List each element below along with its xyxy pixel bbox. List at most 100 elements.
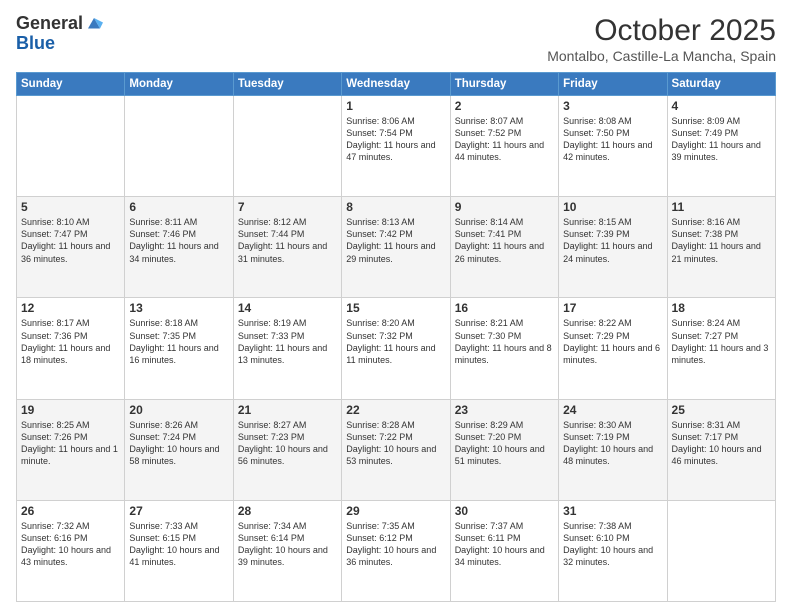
day-number: 19 xyxy=(21,403,120,417)
calendar-cell: 31 Sunrise: 7:38 AMSunset: 6:10 PMDayligh… xyxy=(559,500,667,601)
day-number: 10 xyxy=(563,200,662,214)
day-info: Sunrise: 8:24 AMSunset: 7:27 PMDaylight:… xyxy=(672,317,771,366)
col-monday: Monday xyxy=(125,73,233,96)
day-info: Sunrise: 8:13 AMSunset: 7:42 PMDaylight:… xyxy=(346,216,445,265)
calendar-cell: 7Sunrise: 8:12 AMSunset: 7:44 PMDaylight… xyxy=(233,197,341,298)
week-row-4: 19 Sunrise: 8:25 AMSunset: 7:26 PMDayligh… xyxy=(17,399,776,500)
calendar-page: General Blue October 2025 Montalbo, Cast… xyxy=(0,0,792,612)
calendar-cell: 6Sunrise: 8:11 AMSunset: 7:46 PMDaylight… xyxy=(125,197,233,298)
calendar-cell: 10 Sunrise: 8:15 AMSunset: 7:39 PMDayligh… xyxy=(559,197,667,298)
calendar-cell: 11Sunrise: 8:16 AMSunset: 7:38 PMDayligh… xyxy=(667,197,775,298)
col-thursday: Thursday xyxy=(450,73,558,96)
day-info: Sunrise: 7:35 AMSunset: 6:12 PMDaylight:… xyxy=(346,520,445,569)
col-friday: Friday xyxy=(559,73,667,96)
calendar-cell: 9Sunrise: 8:14 AMSunset: 7:41 PMDaylight… xyxy=(450,197,558,298)
day-number: 5 xyxy=(21,200,120,214)
calendar-cell: 19 Sunrise: 8:25 AMSunset: 7:26 PMDayligh… xyxy=(17,399,125,500)
day-number: 1 xyxy=(346,99,445,113)
day-number: 17 xyxy=(563,301,662,315)
calendar-table: Sunday Monday Tuesday Wednesday Thursday… xyxy=(16,72,776,602)
day-info: Sunrise: 8:28 AMSunset: 7:22 PMDaylight:… xyxy=(346,419,445,468)
day-number: 15 xyxy=(346,301,445,315)
day-info: Sunrise: 8:12 AMSunset: 7:44 PMDaylight:… xyxy=(238,216,337,265)
day-info: Sunrise: 8:22 AMSunset: 7:29 PMDaylight:… xyxy=(563,317,662,366)
day-number: 3 xyxy=(563,99,662,113)
calendar-cell: 3 Sunrise: 8:08 AMSunset: 7:50 PMDaylight… xyxy=(559,96,667,197)
calendar-cell: 25Sunrise: 8:31 AMSunset: 7:17 PMDayligh… xyxy=(667,399,775,500)
day-info: Sunrise: 8:30 AMSunset: 7:19 PMDaylight:… xyxy=(563,419,662,468)
day-number: 21 xyxy=(238,403,337,417)
week-row-3: 12Sunrise: 8:17 AMSunset: 7:36 PMDayligh… xyxy=(17,298,776,399)
calendar-cell: 5 Sunrise: 8:10 AMSunset: 7:47 PMDaylight… xyxy=(17,197,125,298)
day-number: 4 xyxy=(672,99,771,113)
calendar-cell: 28 Sunrise: 7:34 AMSunset: 6:14 PMDayligh… xyxy=(233,500,341,601)
calendar-cell: 16 Sunrise: 8:21 AMSunset: 7:30 PMDayligh… xyxy=(450,298,558,399)
day-info: Sunrise: 8:08 AMSunset: 7:50 PMDaylight:… xyxy=(563,115,662,164)
day-info: Sunrise: 8:09 AMSunset: 7:49 PMDaylight:… xyxy=(672,115,771,164)
calendar-cell: 4 Sunrise: 8:09 AMSunset: 7:49 PMDaylight… xyxy=(667,96,775,197)
calendar-cell: 30 Sunrise: 7:37 AMSunset: 6:11 PMDayligh… xyxy=(450,500,558,601)
day-number: 29 xyxy=(346,504,445,518)
calendar-cell: 14 Sunrise: 8:19 AMSunset: 7:33 PMDayligh… xyxy=(233,298,341,399)
day-number: 23 xyxy=(455,403,554,417)
week-row-2: 5 Sunrise: 8:10 AMSunset: 7:47 PMDaylight… xyxy=(17,197,776,298)
day-number: 9 xyxy=(455,200,554,214)
calendar-cell: 1 Sunrise: 8:06 AMSunset: 7:54 PMDaylight… xyxy=(342,96,450,197)
day-info: Sunrise: 7:38 AMSunset: 6:10 PMDaylight:… xyxy=(563,520,662,569)
day-info: Sunrise: 8:21 AMSunset: 7:30 PMDaylight:… xyxy=(455,317,554,366)
day-number: 26 xyxy=(21,504,120,518)
day-info: Sunrise: 8:19 AMSunset: 7:33 PMDaylight:… xyxy=(238,317,337,366)
header-row: Sunday Monday Tuesday Wednesday Thursday… xyxy=(17,73,776,96)
col-saturday: Saturday xyxy=(667,73,775,96)
location-title: Montalbo, Castille-La Mancha, Spain xyxy=(547,48,776,64)
calendar-cell xyxy=(667,500,775,601)
day-number: 31 xyxy=(563,504,662,518)
month-title: October 2025 xyxy=(547,14,776,48)
day-number: 13 xyxy=(129,301,228,315)
day-info: Sunrise: 8:29 AMSunset: 7:20 PMDaylight:… xyxy=(455,419,554,468)
day-number: 2 xyxy=(455,99,554,113)
logo-blue: Blue xyxy=(16,34,103,54)
day-info: Sunrise: 7:32 AMSunset: 6:16 PMDaylight:… xyxy=(21,520,120,569)
header: General Blue October 2025 Montalbo, Cast… xyxy=(16,14,776,64)
calendar-cell: 26 Sunrise: 7:32 AMSunset: 6:16 PMDayligh… xyxy=(17,500,125,601)
calendar-cell xyxy=(233,96,341,197)
logo: General Blue xyxy=(16,14,103,54)
title-block: October 2025 Montalbo, Castille-La Manch… xyxy=(547,14,776,64)
calendar-cell: 13 Sunrise: 8:18 AMSunset: 7:35 PMDayligh… xyxy=(125,298,233,399)
day-info: Sunrise: 8:18 AMSunset: 7:35 PMDaylight:… xyxy=(129,317,228,366)
day-number: 20 xyxy=(129,403,228,417)
calendar-cell: 21Sunrise: 8:27 AMSunset: 7:23 PMDayligh… xyxy=(233,399,341,500)
calendar-cell: 23 Sunrise: 8:29 AMSunset: 7:20 PMDayligh… xyxy=(450,399,558,500)
day-number: 30 xyxy=(455,504,554,518)
day-info: Sunrise: 7:37 AMSunset: 6:11 PMDaylight:… xyxy=(455,520,554,569)
logo-icon xyxy=(85,15,103,33)
calendar-cell: 29 Sunrise: 7:35 AMSunset: 6:12 PMDayligh… xyxy=(342,500,450,601)
week-row-5: 26 Sunrise: 7:32 AMSunset: 6:16 PMDayligh… xyxy=(17,500,776,601)
day-number: 16 xyxy=(455,301,554,315)
day-info: Sunrise: 7:33 AMSunset: 6:15 PMDaylight:… xyxy=(129,520,228,569)
day-number: 24 xyxy=(563,403,662,417)
day-info: Sunrise: 8:10 AMSunset: 7:47 PMDaylight:… xyxy=(21,216,120,265)
day-info: Sunrise: 7:34 AMSunset: 6:14 PMDaylight:… xyxy=(238,520,337,569)
day-info: Sunrise: 8:06 AMSunset: 7:54 PMDaylight:… xyxy=(346,115,445,164)
calendar-cell: 18 Sunrise: 8:24 AMSunset: 7:27 PMDayligh… xyxy=(667,298,775,399)
day-info: Sunrise: 8:17 AMSunset: 7:36 PMDaylight:… xyxy=(21,317,120,366)
calendar-cell: 24 Sunrise: 8:30 AMSunset: 7:19 PMDayligh… xyxy=(559,399,667,500)
logo-general: General xyxy=(16,14,83,34)
calendar-cell: 22 Sunrise: 8:28 AMSunset: 7:22 PMDayligh… xyxy=(342,399,450,500)
col-sunday: Sunday xyxy=(17,73,125,96)
calendar-cell: 27Sunrise: 7:33 AMSunset: 6:15 PMDayligh… xyxy=(125,500,233,601)
day-number: 14 xyxy=(238,301,337,315)
col-wednesday: Wednesday xyxy=(342,73,450,96)
calendar-cell: 17 Sunrise: 8:22 AMSunset: 7:29 PMDayligh… xyxy=(559,298,667,399)
day-number: 22 xyxy=(346,403,445,417)
day-number: 18 xyxy=(672,301,771,315)
calendar-cell xyxy=(125,96,233,197)
day-number: 8 xyxy=(346,200,445,214)
day-info: Sunrise: 8:26 AMSunset: 7:24 PMDaylight:… xyxy=(129,419,228,468)
day-info: Sunrise: 8:25 AMSunset: 7:26 PMDaylight:… xyxy=(21,419,120,468)
calendar-cell: 8 Sunrise: 8:13 AMSunset: 7:42 PMDaylight… xyxy=(342,197,450,298)
day-info: Sunrise: 8:15 AMSunset: 7:39 PMDaylight:… xyxy=(563,216,662,265)
day-number: 28 xyxy=(238,504,337,518)
